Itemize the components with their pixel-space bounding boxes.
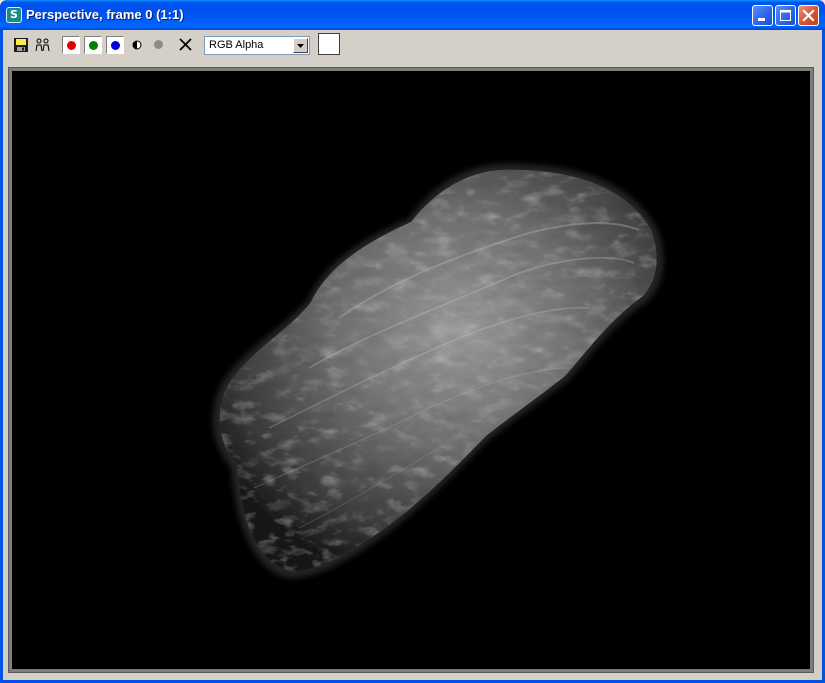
red-channel-icon (67, 41, 76, 50)
dropdown-button[interactable] (293, 38, 308, 53)
minimize-icon (758, 18, 765, 21)
save-image-button[interactable] (12, 36, 30, 54)
green-channel-toggle[interactable] (84, 36, 102, 54)
window-title: Perspective, frame 0 (1:1) (26, 7, 184, 22)
color-swatch[interactable] (318, 33, 340, 55)
chevron-down-icon (297, 44, 304, 48)
asteroid-render (213, 163, 664, 579)
blue-channel-icon (111, 41, 120, 50)
render-frame-window: S Perspective, frame 0 (1:1) RGB Alpha (0, 0, 825, 683)
save-icon (14, 38, 28, 52)
red-channel-toggle[interactable] (62, 36, 80, 54)
channel-display-value: RGB Alpha (209, 39, 264, 51)
monochrome-icon (132, 40, 142, 50)
app-icon[interactable]: S (6, 7, 22, 23)
blue-channel-toggle[interactable] (106, 36, 124, 54)
title-bar[interactable]: S Perspective, frame 0 (1:1) (0, 0, 825, 30)
render-viewport (8, 67, 814, 673)
maximize-button[interactable] (775, 5, 796, 26)
green-channel-icon (89, 41, 98, 50)
toolbar: RGB Alpha (3, 30, 822, 61)
rendered-image (12, 71, 810, 669)
close-button[interactable] (798, 5, 819, 26)
clone-icon (35, 38, 50, 52)
clone-frame-button[interactable] (34, 36, 52, 54)
clear-icon (179, 38, 192, 51)
alpha-channel-icon (154, 40, 163, 49)
alpha-channel-toggle[interactable] (150, 36, 168, 54)
clear-button[interactable] (177, 36, 195, 54)
monochrome-toggle[interactable] (128, 36, 146, 54)
minimize-button[interactable] (752, 5, 773, 26)
maximize-icon (780, 10, 791, 21)
window-body: RGB Alpha (3, 30, 822, 680)
close-icon (802, 9, 815, 22)
channel-display-select[interactable]: RGB Alpha (204, 36, 310, 55)
